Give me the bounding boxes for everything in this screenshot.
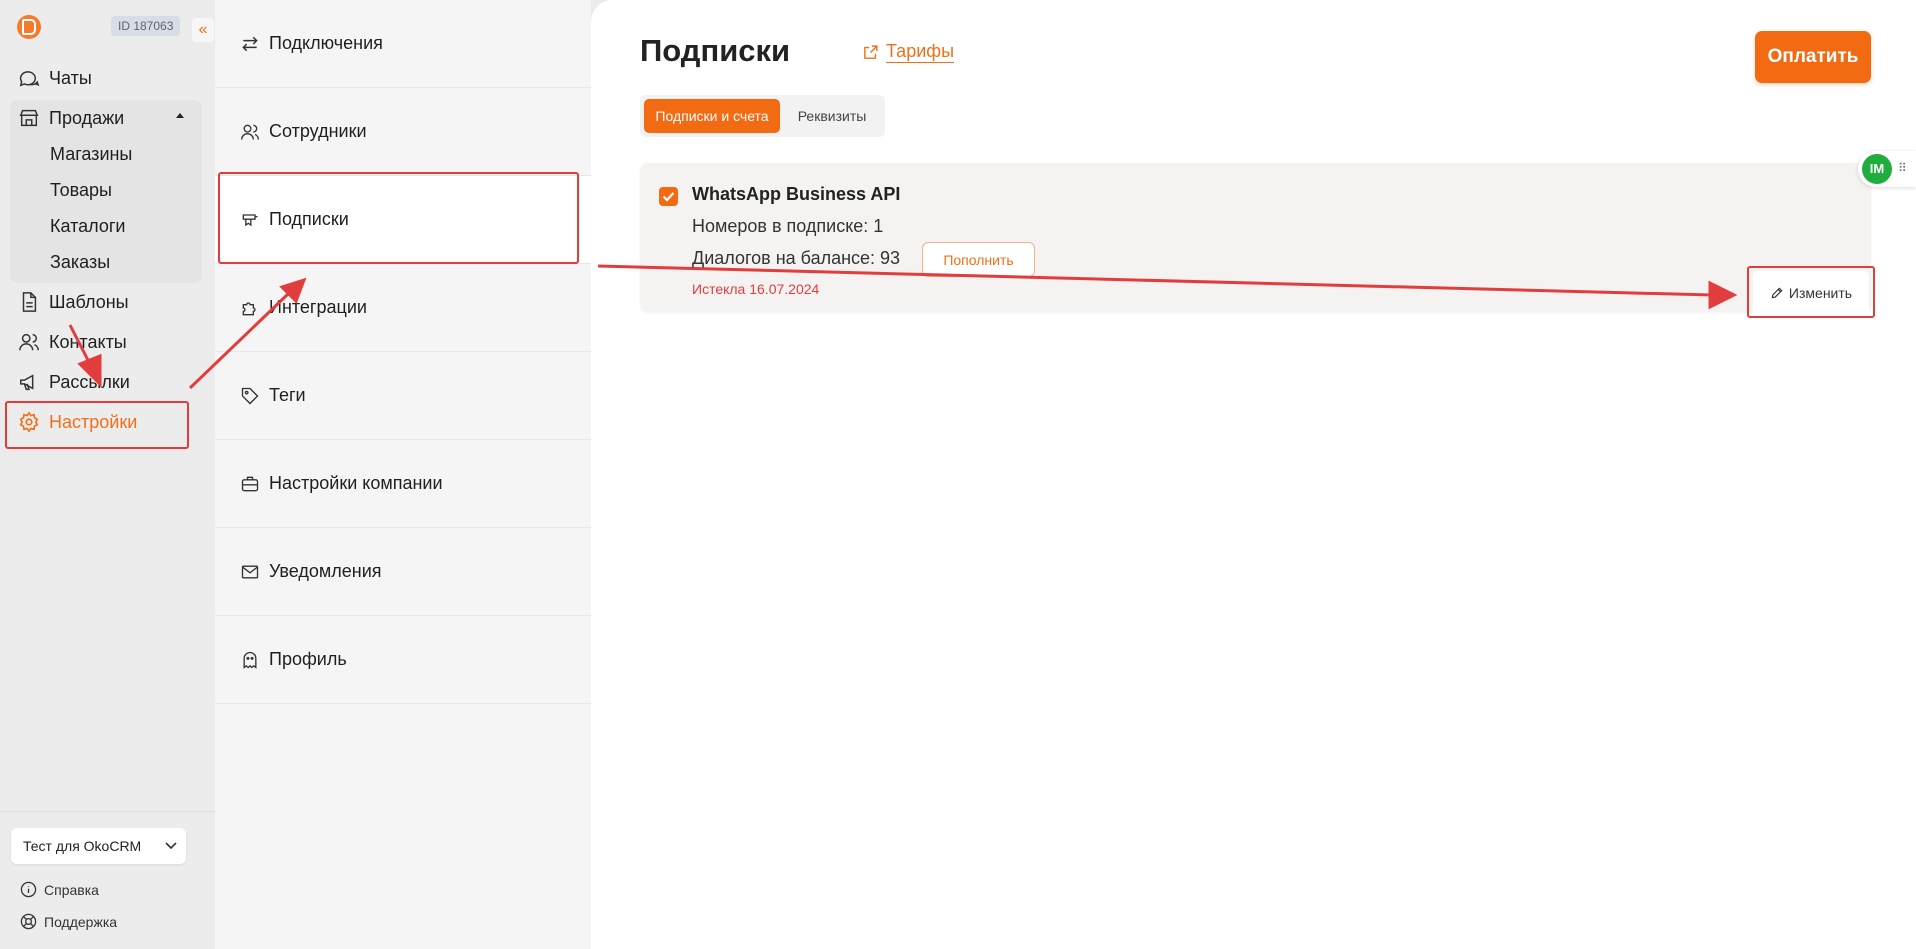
lifebuoy-icon — [20, 913, 37, 930]
highlight-edit — [1747, 266, 1875, 318]
nav-subitem-catalogs[interactable]: Каталоги — [50, 216, 126, 237]
settings-item-employees[interactable]: Сотрудники — [215, 88, 591, 176]
document-icon — [22, 292, 37, 312]
settings-item-label: Настройки компании — [269, 473, 443, 493]
nav-item-contacts[interactable]: Контакты — [18, 327, 127, 357]
nav-item-sales[interactable]: Продажи — [18, 103, 124, 133]
settings-item-label: Подключения — [269, 33, 383, 53]
widget-logo-icon: IM — [1862, 154, 1892, 184]
nav-subitem-stores[interactable]: Магазины — [50, 144, 132, 165]
external-link-icon — [864, 44, 878, 59]
puzzle-icon — [242, 301, 256, 315]
tab-requisites[interactable]: Реквизиты — [783, 99, 881, 133]
mail-icon — [241, 565, 259, 578]
nav-subitem-products[interactable]: Товары — [50, 180, 112, 201]
main-sidebar: ID 187063 « Чаты Продажи Магазины Товары… — [0, 0, 215, 949]
nav-item-label: Контакты — [49, 331, 127, 352]
info-icon — [20, 881, 37, 898]
nav-item-mailings[interactable]: Рассылки — [18, 367, 130, 397]
app-logo[interactable] — [17, 15, 41, 39]
settings-item-label: Интеграции — [269, 297, 367, 317]
help-link[interactable]: Справка — [20, 881, 99, 898]
collapse-sidebar-button[interactable]: « — [192, 18, 214, 42]
settings-item-profile[interactable]: Профиль — [215, 616, 591, 704]
page-title: Подписки — [640, 33, 791, 68]
nav-item-label: Рассылки — [49, 371, 130, 392]
sidebar-divider — [0, 811, 215, 812]
users-icon — [241, 124, 259, 140]
drag-handle-icon[interactable]: ⠿ — [1898, 161, 1907, 175]
nav-item-label: Продажи — [49, 107, 125, 128]
tariffs-link-label: Тарифы — [886, 41, 955, 63]
topup-button[interactable]: Пополнить — [922, 242, 1035, 277]
account-id-badge: ID 187063 — [111, 16, 181, 36]
company-select[interactable]: Тест для OkoCRM — [11, 828, 186, 864]
settings-item-integrations[interactable]: Интеграции — [215, 264, 591, 352]
checkmark-icon — [662, 192, 675, 202]
pay-button[interactable]: Оплатить — [1755, 31, 1871, 83]
nav-subitem-orders[interactable]: Заказы — [50, 252, 110, 273]
highlight-settings — [5, 401, 189, 449]
chevron-up-icon[interactable] — [176, 113, 184, 118]
settings-item-company[interactable]: Настройки компании — [215, 440, 591, 528]
chevron-down-icon — [165, 842, 177, 850]
main-content — [591, 0, 1916, 949]
support-link[interactable]: Поддержка — [20, 913, 117, 930]
nav-item-label: Чаты — [49, 67, 92, 88]
highlight-subscriptions — [218, 172, 579, 264]
subscription-checkbox[interactable] — [659, 187, 678, 206]
subscription-numbers: Номеров в подписке: 1 — [692, 216, 884, 236]
messenger-widget[interactable]: IM ⠿ — [1858, 151, 1916, 187]
ghost-icon — [243, 651, 257, 669]
store-icon — [19, 109, 39, 127]
settings-item-label: Уведомления — [269, 561, 382, 581]
status-badge: Истекла 16.07.2024 — [692, 281, 820, 297]
help-label: Справка — [44, 881, 99, 898]
subscription-name: WhatsApp Business API — [692, 184, 901, 204]
settings-item-label: Теги — [269, 385, 306, 405]
arrows-exchange-icon — [242, 36, 258, 51]
settings-item-connections[interactable]: Подключения — [215, 0, 591, 88]
chat-bubbles-icon — [19, 71, 40, 87]
settings-item-label: Профиль — [269, 649, 347, 669]
settings-item-notifications[interactable]: Уведомления — [215, 528, 591, 616]
company-select-value: Тест для OkoCRM — [23, 838, 142, 854]
nav-item-chats[interactable]: Чаты — [18, 63, 92, 93]
settings-item-tags[interactable]: Теги — [215, 352, 591, 440]
settings-item-label: Сотрудники — [269, 121, 367, 141]
tag-icon — [241, 387, 259, 404]
nav-item-templates[interactable]: Шаблоны — [18, 287, 129, 317]
briefcase-icon — [241, 476, 259, 491]
tab-subscriptions-invoices[interactable]: Подписки и счета — [644, 99, 780, 133]
support-label: Поддержка — [44, 913, 118, 930]
tariffs-link[interactable]: Тарифы — [862, 41, 955, 63]
nav-item-label: Шаблоны — [49, 291, 129, 312]
megaphone-icon — [20, 374, 34, 391]
subscription-dialogs: Диалогов на балансе: 93 — [692, 248, 901, 268]
settings-menu: Подключения Сотрудники Подписки Интеграц… — [215, 0, 591, 949]
users-icon — [19, 333, 39, 351]
tabs: Подписки и счета Реквизиты — [640, 95, 885, 137]
